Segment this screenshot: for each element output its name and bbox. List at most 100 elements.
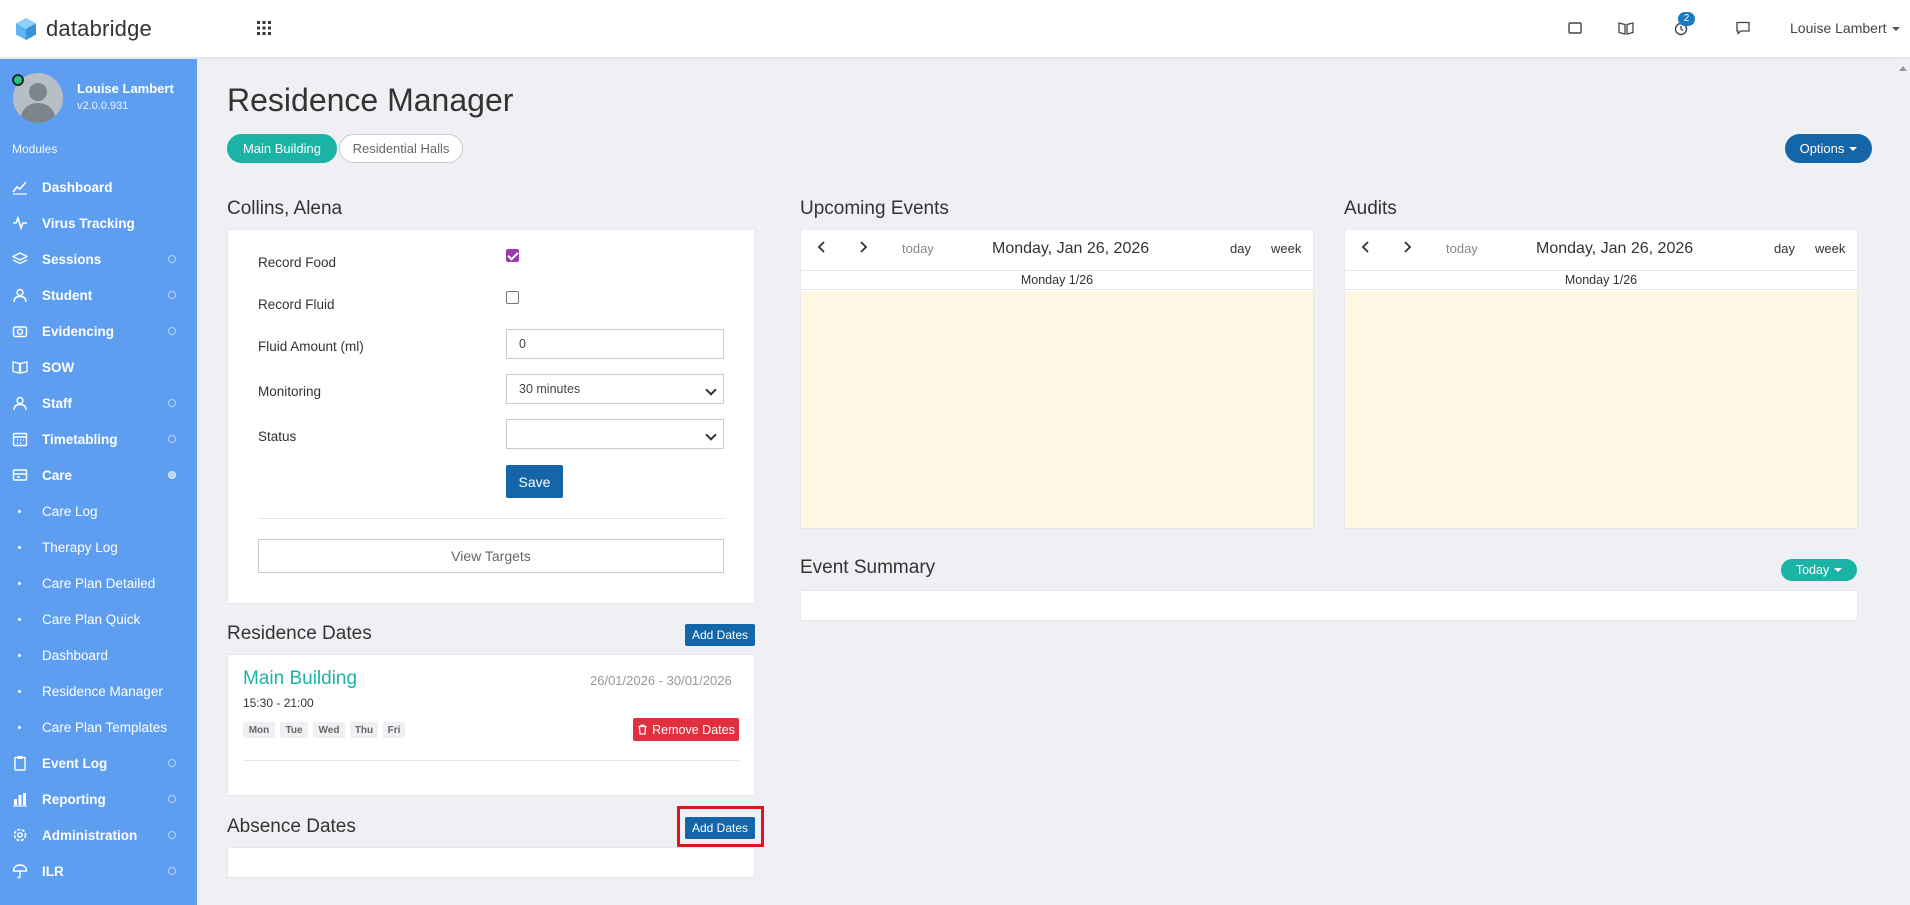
sidebar-subitem-care-plan-detailed[interactable]: Care Plan Detailed: [0, 566, 197, 600]
calendar-week-view-button[interactable]: week: [1815, 241, 1845, 256]
calendar-week-view-button[interactable]: week: [1271, 241, 1301, 256]
add-absence-dates-button[interactable]: Add Dates: [685, 817, 755, 839]
sidebar-item-label: Virus Tracking: [42, 215, 135, 231]
app-version: v2.0.0.931: [77, 100, 129, 112]
day-tag-fri: Fri: [383, 722, 405, 738]
residence-dates-heading: Residence Dates: [227, 623, 372, 644]
calendar-today-button[interactable]: today: [902, 241, 934, 256]
tab-residential-halls[interactable]: Residential Halls: [339, 134, 463, 163]
fluid-amount-label: Fluid Amount (ml): [258, 339, 364, 354]
sidebar-item-label: Event Log: [42, 755, 108, 771]
tablet-icon[interactable]: [1566, 19, 1584, 37]
book-open-icon[interactable]: [1617, 19, 1635, 37]
scroll-up-icon[interactable]: [1899, 66, 1907, 71]
expanded-indicator-icon: [168, 471, 176, 479]
sidebar-item-label: Timetabling: [42, 431, 118, 447]
tab-main-building[interactable]: Main Building: [227, 134, 337, 163]
calendar-prev-icon[interactable]: [815, 240, 829, 254]
sidebar-subitem-care-plan-templates[interactable]: Care Plan Templates: [0, 710, 197, 744]
calendar-next-icon[interactable]: [856, 240, 870, 254]
record-food-label: Record Food: [258, 255, 337, 270]
options-button[interactable]: Options: [1785, 134, 1872, 163]
sidebar-subitem-residence-manager[interactable]: Residence Manager: [0, 674, 197, 708]
sidebar-item-reporting[interactable]: Reporting: [0, 782, 197, 816]
user-menu[interactable]: Louise Lambert: [1790, 20, 1900, 36]
fluid-amount-input[interactable]: 0: [506, 329, 724, 359]
record-food-checkbox[interactable]: [506, 249, 519, 262]
status-select[interactable]: [506, 419, 724, 449]
sidebar-item-evidencing[interactable]: Evidencing: [0, 314, 197, 348]
pulse-icon: [13, 215, 27, 231]
calendar-today-button[interactable]: today: [1446, 241, 1478, 256]
sidebar-item-virus-tracking[interactable]: Virus Tracking: [0, 206, 197, 240]
bullet-icon: [18, 545, 21, 549]
calendar-prev-icon[interactable]: [1359, 240, 1373, 254]
bullet-icon: [18, 581, 21, 585]
sidebar-subitem-care-dashboard[interactable]: Dashboard: [0, 638, 197, 672]
sidebar-item-ilr[interactable]: ILR: [0, 854, 197, 888]
residence-name-link[interactable]: Main Building: [243, 668, 357, 690]
view-targets-button[interactable]: View Targets: [258, 539, 724, 573]
calendar-next-icon[interactable]: [1400, 240, 1414, 254]
sidebar-item-dashboard[interactable]: Dashboard: [0, 170, 197, 204]
monitoring-label: Monitoring: [258, 384, 322, 399]
fluid-amount-value: 0: [519, 337, 526, 351]
sidebar-item-sow[interactable]: SOW: [0, 350, 197, 384]
monitoring-select[interactable]: 30 minutes: [506, 374, 724, 404]
chat-icon[interactable]: [1734, 19, 1752, 37]
day-tag-tue: Tue: [280, 722, 308, 738]
apps-grid-icon[interactable]: [256, 20, 272, 36]
logo[interactable]: databridge: [14, 14, 152, 44]
residence-time-range: 15:30 - 21:00: [243, 696, 314, 710]
sidebar-subitem-label: Dashboard: [42, 647, 109, 663]
sidebar-subitem-label: Care Log: [42, 503, 98, 519]
calendar-day-view-button[interactable]: day: [1774, 241, 1795, 256]
page-title: Residence Manager: [227, 82, 514, 118]
sidebar-item-care[interactable]: Care: [0, 458, 197, 492]
add-residence-dates-button[interactable]: Add Dates: [685, 624, 755, 646]
top-bar: databridge 2 Louise Lambert: [0, 0, 1910, 58]
event-summary-filter-button[interactable]: Today: [1781, 559, 1857, 581]
chart-line-icon: [12, 181, 27, 195]
expand-indicator-icon: [168, 795, 176, 803]
sidebar-item-sessions[interactable]: Sessions: [0, 242, 197, 276]
save-button[interactable]: Save: [506, 465, 563, 498]
expand-indicator-icon: [168, 759, 176, 767]
sidebar-item-label: SOW: [42, 359, 75, 375]
sidebar-item-administration[interactable]: Administration: [0, 818, 197, 852]
calendar-day-header: Monday 1/26: [1345, 270, 1857, 290]
bullet-icon: [18, 617, 21, 621]
sidebar-item-staff[interactable]: Staff: [0, 386, 197, 420]
sidebar-subitem-care-log[interactable]: Care Log: [0, 494, 197, 528]
layers-icon: [12, 252, 28, 265]
logo-text: databridge: [46, 16, 152, 41]
sidebar-item-student[interactable]: Student: [0, 278, 197, 312]
record-fluid-checkbox[interactable]: [506, 291, 519, 304]
expand-indicator-icon: [168, 291, 176, 299]
sidebar-subitem-care-plan-quick[interactable]: Care Plan Quick: [0, 602, 197, 636]
bullet-icon: [18, 689, 21, 693]
calendar-day-slot[interactable]: [801, 291, 1313, 528]
umbrella-icon: [12, 864, 28, 879]
sidebar-item-timetabling[interactable]: Timetabling: [0, 422, 197, 456]
sidebar-item-event-log[interactable]: Event Log: [0, 746, 197, 780]
book-icon: [12, 361, 28, 374]
remove-dates-button[interactable]: Remove Dates: [633, 718, 739, 741]
sidebar-subitem-therapy-log[interactable]: Therapy Log: [0, 530, 197, 564]
sidebar-subitem-label: Care Plan Templates: [42, 719, 168, 735]
calendar-icon: [12, 432, 28, 447]
chevron-down-icon: [705, 429, 717, 441]
calendar-day-slot[interactable]: [1345, 291, 1857, 528]
student-name-heading: Collins, Alena: [227, 198, 343, 219]
residence-divider: [243, 760, 739, 761]
page-scrollbar[interactable]: [1896, 59, 1910, 905]
sidebar-item-label: Reporting: [42, 791, 106, 807]
record-fluid-label: Record Fluid: [258, 297, 335, 312]
expand-indicator-icon: [168, 867, 176, 875]
trash-icon: [638, 724, 647, 735]
calendar-day-view-button[interactable]: day: [1230, 241, 1251, 256]
user-menu-name: Louise Lambert: [1790, 20, 1887, 36]
sidebar-item-label: Evidencing: [42, 323, 115, 339]
sidebar-item-label: Dashboard: [42, 179, 113, 195]
online-status-dot: [12, 74, 24, 86]
